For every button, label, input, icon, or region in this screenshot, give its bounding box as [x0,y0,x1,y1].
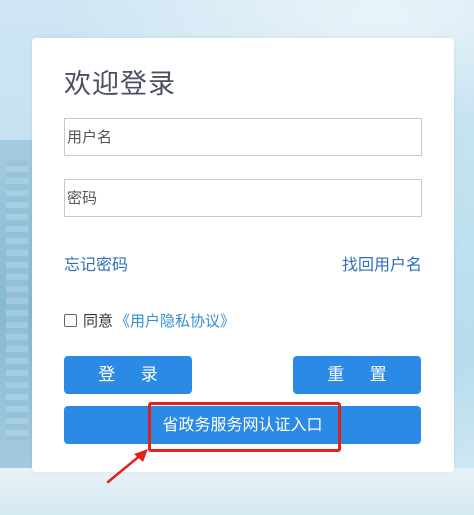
login-card: 欢迎登录 忘记密码 找回用户名 同意 《用户隐私协议》 登 录 重 置 省政务服… [32,38,454,472]
username-input[interactable] [64,118,422,156]
reset-button[interactable]: 重 置 [293,356,421,394]
gov-service-auth-button[interactable]: 省政务服务网认证入口 [64,406,421,444]
privacy-agreement: 同意 《用户隐私协议》 [64,310,235,331]
forgot-password-link[interactable]: 忘记密码 [64,251,128,275]
login-title: 欢迎登录 [64,69,176,100]
privacy-policy-link[interactable]: 《用户隐私协议》 [115,310,235,331]
recover-username-link[interactable]: 找回用户名 [342,251,422,275]
agree-label: 同意 [83,312,114,330]
background-ground [0,468,474,515]
password-input[interactable] [64,179,422,217]
privacy-checkbox[interactable] [64,314,77,327]
login-button[interactable]: 登 录 [64,356,192,394]
